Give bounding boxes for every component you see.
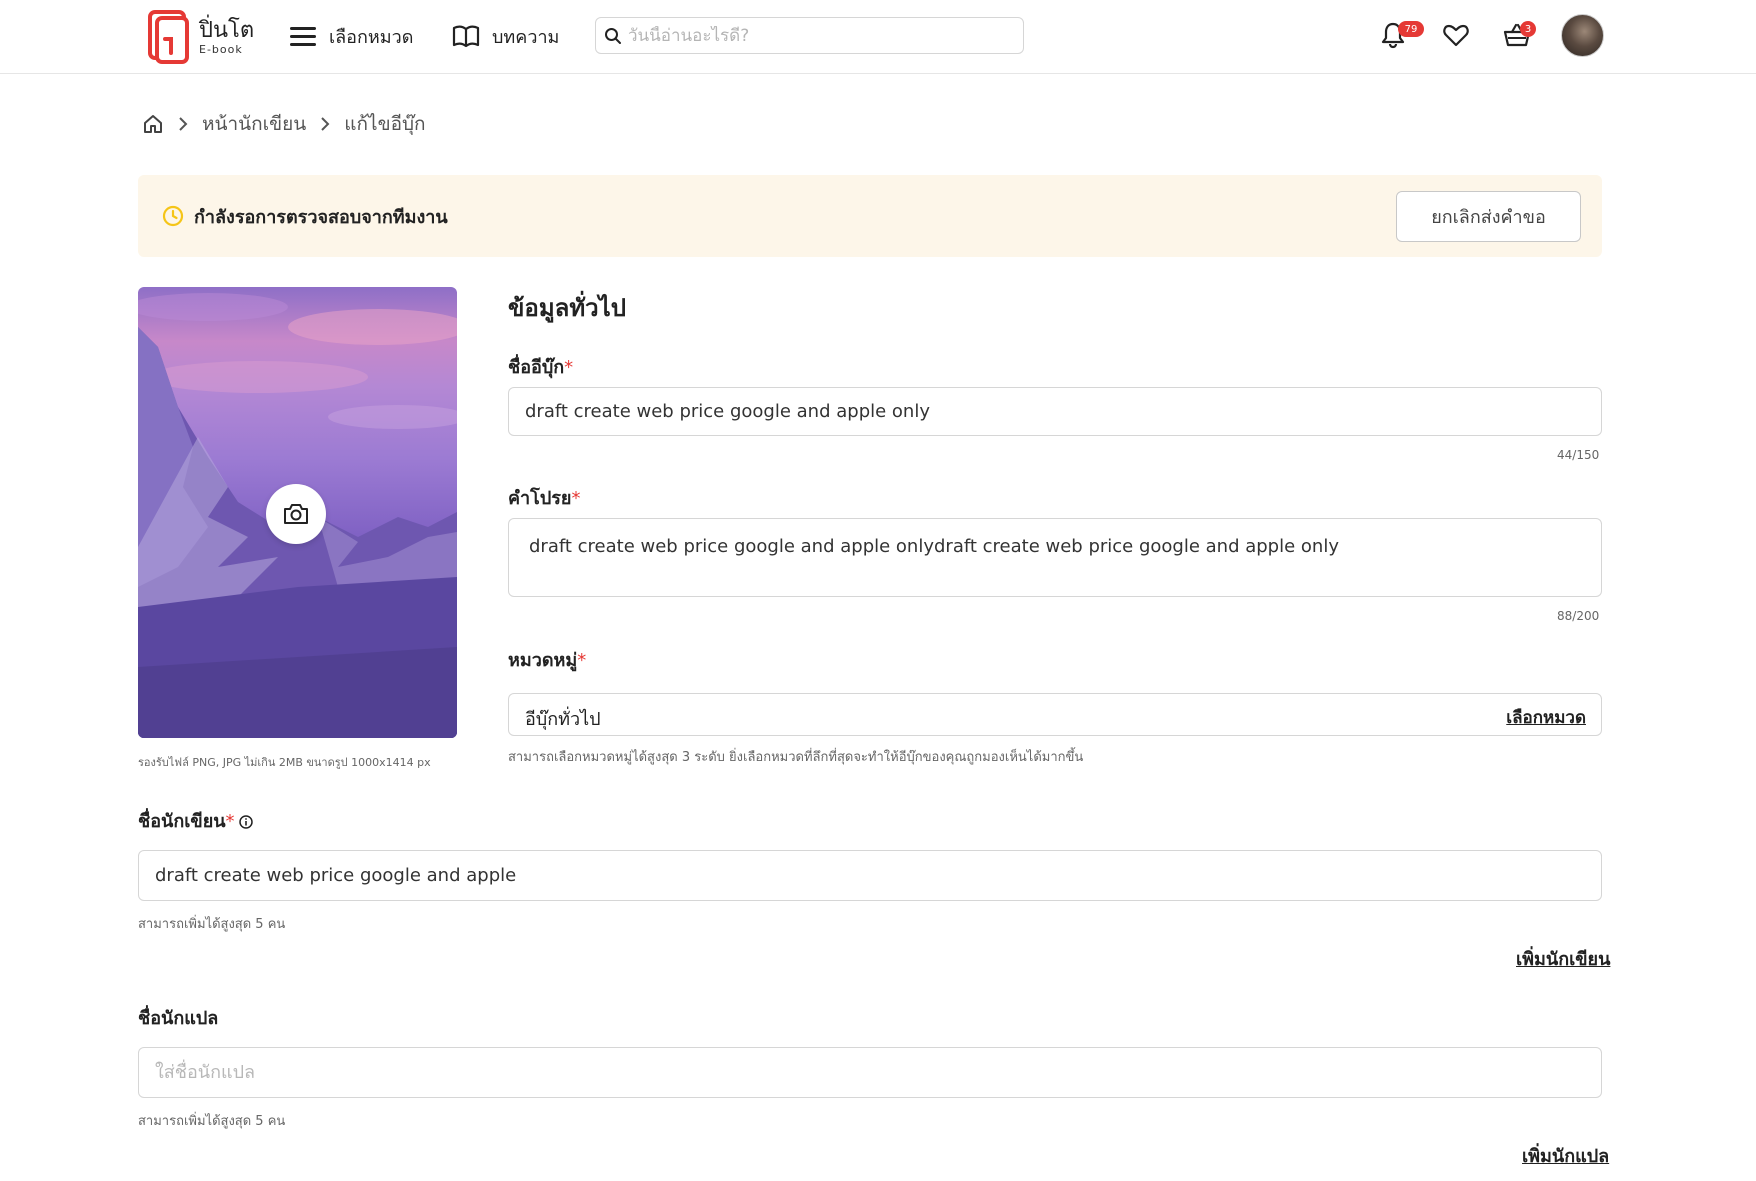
author-label-text: ชื่อนักเขียน: [138, 811, 226, 832]
nav-categories[interactable]: เลือกหมวด: [289, 20, 413, 52]
category-field: อีบุ๊กทั่วไป เลือกหมวด: [508, 693, 1602, 736]
ebook-name-label: ชื่ออีบุ๊ก*: [508, 357, 574, 378]
ebook-name-counter: 44/150: [1557, 448, 1600, 462]
user-avatar[interactable]: [1561, 14, 1604, 57]
cart-count-badge: 3: [1520, 21, 1536, 37]
camera-icon: [284, 504, 308, 524]
notification-count-badge: 79: [1398, 21, 1424, 37]
heart-icon[interactable]: [1441, 20, 1471, 50]
pending-review-banner: กำลังรอการตรวจสอบจากทีมงาน ยกเลิกส่งคำขอ: [138, 175, 1602, 257]
home-icon[interactable]: [142, 113, 164, 135]
change-cover-button[interactable]: [266, 484, 326, 544]
top-header: ปิ่นโต E-book เลือกหมวด บทความ 79: [0, 0, 1756, 74]
blurb-textarea[interactable]: draft create web price google and apple …: [508, 518, 1602, 597]
category-hint: สามารถเลือกหมวดหมู่ได้สูงสุด 3 ระดับ ยิ่…: [508, 750, 1084, 765]
category-label: หมวดหมู่*: [508, 650, 587, 671]
nav-articles-label: บทความ: [492, 26, 560, 48]
blurb-label: คำโปรย*: [508, 488, 581, 509]
clock-icon: [162, 205, 184, 227]
blurb-label-text: คำโปรย: [508, 488, 572, 509]
breadcrumb-edit-ebook: แก้ไขอีบุ๊ก: [344, 113, 426, 135]
open-book-icon: [452, 25, 480, 48]
logo-book-icon: [148, 10, 189, 64]
translator-hint: สามารถเพิ่มได้สูงสุด 5 คน: [138, 1114, 286, 1129]
nav-categories-label: เลือกหมวด: [329, 26, 414, 48]
select-category-link[interactable]: เลือกหมวด: [1506, 704, 1586, 731]
chevron-right-icon: [178, 117, 188, 131]
ebook-name-label-text: ชื่ออีบุ๊ก: [508, 357, 565, 378]
logo[interactable]: ปิ่นโต E-book: [147, 9, 267, 65]
author-name-input[interactable]: [138, 850, 1602, 901]
chevron-right-icon: [320, 117, 330, 131]
pending-status-text: กำลังรอการตรวจสอบจากทีมงาน: [194, 207, 448, 228]
author-hint: สามารถเพิ่มได้สูงสุด 5 คน: [138, 917, 286, 932]
logo-name: ปิ่นโต: [199, 17, 255, 43]
breadcrumb: หน้านักเขียน แก้ไขอีบุ๊ก: [142, 110, 426, 138]
cover-upload-hint: รองรับไฟล์ PNG, JPG ไม่เกิน 2MB ขนาดรูป …: [138, 756, 431, 769]
category-label-text: หมวดหมู่: [508, 650, 578, 671]
cancel-request-button[interactable]: ยกเลิกส่งคำขอ: [1396, 191, 1581, 242]
cover-image[interactable]: [138, 287, 457, 738]
ebook-name-input[interactable]: [508, 387, 1602, 436]
author-label: ชื่อนักเขียน*: [138, 806, 253, 835]
category-value: อีบุ๊กทั่วไป: [525, 709, 601, 730]
breadcrumb-writer-page[interactable]: หน้านักเขียน: [202, 109, 306, 139]
info-icon[interactable]: [238, 815, 253, 829]
general-info-title: ข้อมูลทั่วไป: [508, 294, 626, 322]
logo-subtitle: E-book: [199, 42, 243, 56]
add-translator-link[interactable]: เพิ่มนักแปล: [1522, 1141, 1609, 1170]
translator-name-input[interactable]: [138, 1047, 1602, 1098]
translator-label: ชื่อนักแปล: [138, 1008, 219, 1029]
nav-articles[interactable]: บทความ: [452, 20, 559, 52]
blurb-counter: 88/200: [1557, 609, 1600, 623]
hamburger-menu-icon: [290, 27, 316, 46]
search-input[interactable]: [628, 25, 1008, 46]
add-author-link[interactable]: เพิ่มนักเขียน: [1516, 944, 1610, 973]
search-icon: [605, 27, 621, 44]
search-bar: [595, 17, 1024, 54]
